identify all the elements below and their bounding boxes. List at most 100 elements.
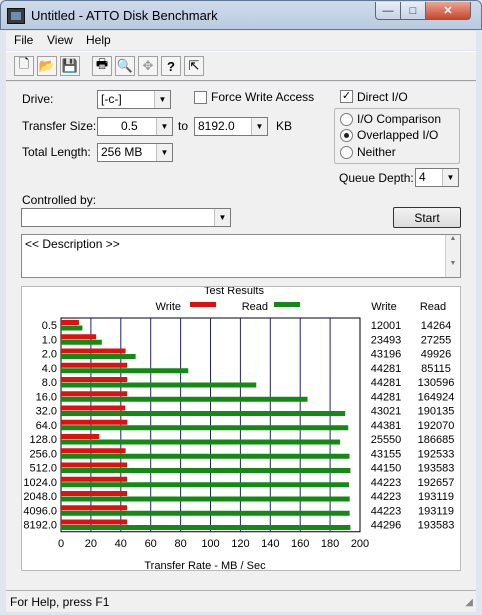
- force-write-checkbox[interactable]: [194, 91, 207, 104]
- total-length-label: Total Length:: [22, 145, 91, 159]
- legend-write-swatch: [190, 302, 216, 307]
- total-length-value: 256 MB: [101, 145, 143, 159]
- read-value-label: 49926: [421, 349, 452, 361]
- title-bar[interactable]: Untitled - ATTO Disk Benchmark — □ ✕: [0, 0, 482, 30]
- direct-io-checkbox[interactable]: ✓: [340, 90, 353, 103]
- transfer-from-select[interactable]: 0.5 ▼: [97, 117, 173, 136]
- read-bar: [61, 468, 351, 473]
- write-value-label: 44281: [371, 363, 402, 375]
- io-comparison-radio[interactable]: [340, 113, 353, 126]
- x-axis-label: Transfer Rate - MB / Sec: [144, 560, 266, 572]
- write-bar: [61, 334, 97, 340]
- write-bar: [61, 348, 126, 354]
- minimize-button[interactable]: —: [375, 2, 401, 20]
- read-bar: [61, 396, 308, 402]
- kb-label: KB: [276, 119, 293, 133]
- resize-grip-icon[interactable]: ◢: [465, 597, 473, 608]
- overlapped-io-radio[interactable]: [340, 129, 353, 142]
- x-tick-label: 180: [321, 538, 339, 550]
- read-value-label: 192070: [418, 420, 455, 432]
- menu-view[interactable]: View: [47, 33, 73, 47]
- write-value-label: 44223: [371, 505, 402, 517]
- legend-read: Read: [242, 301, 268, 313]
- write-value-label: 44281: [371, 377, 402, 389]
- scroll-down-icon[interactable]: ▼: [446, 260, 460, 267]
- write-bar: [61, 476, 128, 482]
- read-value-label: 14264: [421, 320, 452, 332]
- results-title: Test Results: [204, 287, 264, 297]
- move-icon[interactable]: ✥: [138, 56, 158, 76]
- drive-select[interactable]: [-c-] ▼: [97, 90, 171, 109]
- controlled-by-select[interactable]: ▼: [21, 208, 231, 227]
- write-bar: [61, 391, 128, 397]
- overlapped-io-label: Overlapped I/O: [357, 128, 439, 142]
- menu-help[interactable]: Help: [86, 33, 111, 47]
- read-bar: [61, 354, 136, 359]
- transfer-to-select[interactable]: 8192.0 ▼: [194, 117, 268, 136]
- x-tick-label: 200: [351, 538, 369, 550]
- description-box[interactable]: << Description >> ▲ ▼: [21, 234, 461, 278]
- controlled-by-label: Controlled by:: [22, 193, 97, 207]
- read-bar: [61, 339, 102, 345]
- direct-io-label: Direct I/O: [357, 90, 408, 104]
- read-value-label: 130596: [418, 377, 455, 389]
- x-tick-label: 100: [201, 538, 219, 550]
- to-label: to: [178, 119, 189, 133]
- category-label: 0.5: [42, 320, 57, 332]
- write-bar: [61, 448, 126, 454]
- description-scrollbar[interactable]: ▲ ▼: [445, 235, 460, 277]
- context-help-icon[interactable]: ⇱: [184, 56, 204, 76]
- write-value-label: 43021: [371, 406, 402, 418]
- neither-radio[interactable]: [340, 146, 353, 159]
- print-preview-icon[interactable]: 🔍: [115, 56, 135, 76]
- write-value-label: 44223: [371, 491, 402, 503]
- x-tick-label: 20: [85, 538, 97, 550]
- read-column-header: Read: [420, 301, 446, 313]
- read-value-label: 27255: [421, 334, 452, 346]
- new-icon[interactable]: 🗋: [14, 56, 34, 76]
- write-bar: [61, 419, 128, 425]
- status-text: For Help, press F1: [10, 595, 110, 609]
- read-value-label: 85115: [421, 363, 451, 375]
- read-bar: [61, 325, 83, 331]
- chevron-down-icon: ▼: [214, 209, 230, 226]
- chevron-down-icon: ▼: [251, 118, 267, 135]
- close-button[interactable]: ✕: [425, 2, 471, 20]
- write-bar: [61, 505, 128, 511]
- category-label: 8192.0: [23, 520, 57, 532]
- read-bar: [61, 525, 351, 530]
- scroll-up-icon[interactable]: ▲: [446, 235, 460, 242]
- write-value-label: 25550: [371, 434, 402, 446]
- neither-label: Neither: [357, 145, 396, 159]
- read-value-label: 193583: [418, 463, 455, 475]
- write-value-label: 12001: [371, 320, 402, 332]
- maximize-button[interactable]: □: [400, 2, 426, 20]
- description-text: << Description >>: [25, 237, 120, 251]
- read-bar: [61, 368, 189, 374]
- start-button[interactable]: Start: [393, 207, 461, 228]
- transfer-size-label: Transfer Size:: [22, 119, 97, 133]
- write-value-label: 44296: [371, 520, 402, 532]
- read-bar: [61, 425, 349, 431]
- chevron-down-icon: ▼: [156, 118, 172, 135]
- total-length-select[interactable]: 256 MB ▼: [97, 143, 173, 162]
- category-label: 4096.0: [23, 505, 57, 517]
- queue-depth-select[interactable]: 4 ▼: [415, 168, 459, 187]
- queue-depth-label: Queue Depth:: [339, 171, 414, 185]
- open-icon[interactable]: 📂: [37, 56, 57, 76]
- category-label: 4.0: [42, 363, 57, 375]
- category-label: 512.0: [29, 463, 57, 475]
- menu-file[interactable]: File: [14, 33, 33, 47]
- category-label: 2.0: [42, 349, 57, 361]
- read-bar: [61, 482, 350, 488]
- category-label: 32.0: [36, 406, 57, 418]
- category-label: 8.0: [42, 377, 57, 389]
- print-icon[interactable]: 🖶: [92, 56, 112, 76]
- chevron-down-icon: ▼: [442, 169, 458, 186]
- category-label: 2048.0: [23, 491, 57, 503]
- x-tick-label: 80: [174, 538, 186, 550]
- save-icon[interactable]: 💾: [60, 56, 80, 76]
- drive-label: Drive:: [22, 92, 54, 106]
- read-value-label: 193119: [418, 505, 454, 517]
- help-icon[interactable]: ?: [161, 56, 181, 76]
